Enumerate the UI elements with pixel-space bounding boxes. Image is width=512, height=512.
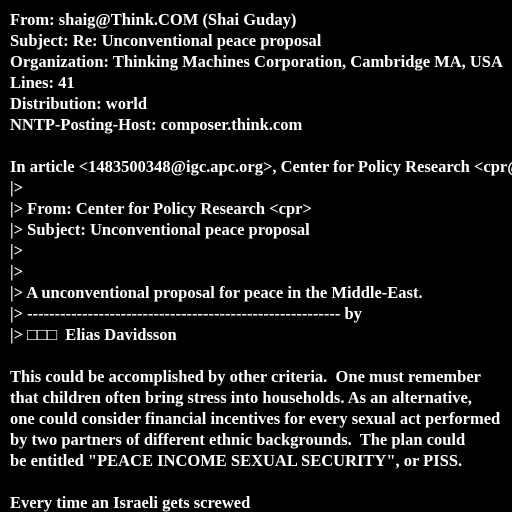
quoted-line: |> -------------------------------------… bbox=[10, 304, 362, 323]
quoted-line: |> □□□ Elias Davidsson bbox=[10, 325, 177, 344]
header-from: From: shaig@Think.COM (Shai Guday) bbox=[10, 10, 297, 29]
quoted-line: |> bbox=[10, 262, 24, 281]
quoted-line: |> bbox=[10, 178, 24, 197]
attribution-line: In article <1483500348@igc.apc.org>, Cen… bbox=[10, 157, 512, 176]
body-line: by two partners of different ethnic back… bbox=[10, 430, 466, 449]
body-line: be entitled "PEACE INCOME SEXUAL SECURIT… bbox=[10, 451, 463, 470]
header-organization: Organization: Thinking Machines Corporat… bbox=[10, 52, 503, 71]
quoted-line: |> Subject: Unconventional peace proposa… bbox=[10, 220, 310, 239]
body-line-partial: Every time an Israeli gets screwed bbox=[10, 493, 251, 512]
quoted-line: |> A unconventional proposal for peace i… bbox=[10, 283, 423, 302]
quoted-line: |> bbox=[10, 241, 24, 260]
body-line: that children often bring stress into ho… bbox=[10, 388, 472, 407]
quoted-line: |> From: Center for Policy Research <cpr… bbox=[10, 199, 312, 218]
body-line: This could be accomplished by other crit… bbox=[10, 367, 481, 386]
header-posting-host: NNTP-Posting-Host: composer.think.com bbox=[10, 115, 303, 134]
header-lines: Lines: 41 bbox=[10, 73, 75, 92]
header-subject: Subject: Re: Unconventional peace propos… bbox=[10, 31, 322, 50]
body-line: one could consider financial incentives … bbox=[10, 409, 501, 428]
header-distribution: Distribution: world bbox=[10, 94, 148, 113]
newsgroup-post-view: From: shaig@Think.COM (Shai Guday) Subje… bbox=[0, 0, 512, 512]
